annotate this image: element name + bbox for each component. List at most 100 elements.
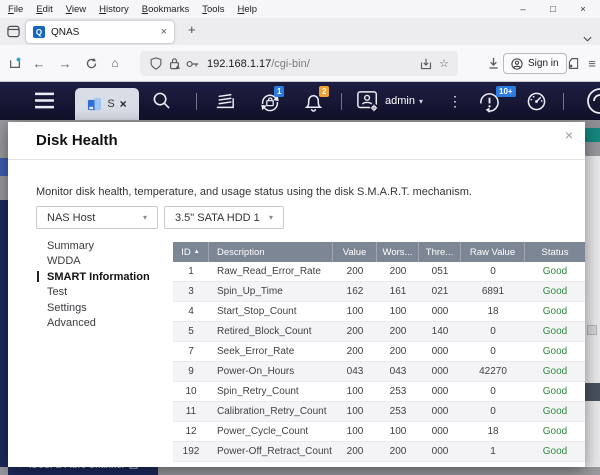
cell: 051 xyxy=(419,266,461,277)
sidebar-item-settings[interactable]: Settings xyxy=(35,300,167,316)
cell: Retired_Block_Count xyxy=(209,326,333,337)
resource-monitor-icon[interactable] xyxy=(526,92,547,111)
table-row[interactable]: 12Power_Cycle_Count10010000018Good xyxy=(173,422,585,442)
app-tab-close-icon[interactable]: × xyxy=(120,97,127,111)
events-badge: 10+ xyxy=(496,86,516,97)
search-icon[interactable] xyxy=(152,91,171,110)
key-permission-icon[interactable] xyxy=(186,59,199,69)
cell: 192 xyxy=(173,446,209,457)
table-row[interactable]: 3Spin_Up_Time1621610216891Good xyxy=(173,282,585,302)
host-select[interactable]: NAS Host ▾ xyxy=(36,206,158,229)
table-row[interactable]: 4Start_Stop_Count10010000018Good xyxy=(173,302,585,322)
cell: 200 xyxy=(333,346,377,357)
sidebar-item-wdda[interactable]: WDDA xyxy=(35,254,167,270)
smart-table: ID▲DescriptionValueWors...Thre...Raw Val… xyxy=(173,242,585,462)
admin-label: admin xyxy=(385,95,415,107)
back-button[interactable]: ← xyxy=(28,45,50,81)
disk-select[interactable]: 3.5" SATA HDD 1 ▾ xyxy=(164,206,284,229)
caret-down-icon: ▾ xyxy=(143,213,147,222)
firefox-view-icon[interactable] xyxy=(7,25,20,43)
dialog-close-button[interactable]: × xyxy=(565,127,573,143)
sign-in-button[interactable]: Sign in xyxy=(503,53,567,74)
cell: 000 xyxy=(419,386,461,397)
column-header-value[interactable]: Value xyxy=(333,242,377,262)
background-tasks-icon[interactable] xyxy=(214,91,236,111)
table-row[interactable]: 192Power-Off_Retract_Count2002000001Good xyxy=(173,442,585,462)
disk-select-value: 3.5" SATA HDD 1 xyxy=(175,212,260,224)
forward-button[interactable]: → xyxy=(54,45,76,81)
menu-item-tools[interactable]: Tools xyxy=(202,4,224,15)
tab-close-icon[interactable]: × xyxy=(161,26,167,38)
cell: 200 xyxy=(333,326,377,337)
downloads-icon[interactable] xyxy=(482,45,504,81)
partial-circle-icon[interactable] xyxy=(584,87,600,115)
more-options-icon[interactable]: ⋮ xyxy=(448,82,462,120)
cell: Seek_Error_Rate xyxy=(209,346,333,357)
home-button[interactable]: ⌂ xyxy=(104,45,126,81)
url-text[interactable]: 192.168.1.17/cgi-bin/ xyxy=(207,58,310,70)
main-menu-icon[interactable] xyxy=(34,92,55,109)
cell: 7 xyxy=(173,346,209,357)
browser-tab-qnas[interactable]: Q QNAS × xyxy=(26,21,174,43)
sidebar-item-advanced[interactable]: Advanced xyxy=(35,316,167,332)
lock-warning-icon[interactable] xyxy=(169,57,180,70)
iscsi-window-tab[interactable]: iSCSI & Fibre Channel xyxy=(8,467,158,475)
cell: 200 xyxy=(333,446,377,457)
chevron-icon xyxy=(16,467,24,469)
user-profile-icon[interactable] xyxy=(356,90,380,113)
new-tab-button[interactable]: + xyxy=(188,22,196,37)
column-header-status[interactable]: Status xyxy=(525,242,585,262)
table-header: ID▲DescriptionValueWors...Thre...Raw Val… xyxy=(173,242,585,262)
sidebar-item-test[interactable]: Test xyxy=(35,285,167,301)
user-menu-button[interactable]: admin ▾ xyxy=(385,82,423,120)
tracking-shield-icon[interactable] xyxy=(150,57,162,70)
menu-item-history[interactable]: History xyxy=(99,4,129,15)
menu-item-edit[interactable]: Edit xyxy=(36,4,52,15)
table-row[interactable]: 10Spin_Retry_Count1002530000Good xyxy=(173,382,585,402)
extensions-icon[interactable] xyxy=(563,45,583,81)
cell: 000 xyxy=(419,366,461,377)
column-header-id[interactable]: ID▲ xyxy=(173,242,209,262)
tasks-badge: 1 xyxy=(274,86,284,97)
menu-item-help[interactable]: Help xyxy=(237,4,257,15)
column-header-wors[interactable]: Wors... xyxy=(377,242,419,262)
table-row[interactable]: 11Calibration_Retry_Count1002530000Good xyxy=(173,402,585,422)
column-header-raw-value[interactable]: Raw Value xyxy=(461,242,525,262)
cell: 3 xyxy=(173,286,209,297)
table-row[interactable]: 9Power-On_Hours04304300042270Good xyxy=(173,362,585,382)
status-cell: Good xyxy=(525,446,585,457)
browser-logo-icon[interactable] xyxy=(5,45,25,81)
column-header-thre[interactable]: Thre... xyxy=(419,242,461,262)
url-host: 192.168.1.17 xyxy=(207,58,271,70)
dialog-title: Disk Health xyxy=(36,122,118,160)
cell: Spin_Up_Time xyxy=(209,286,333,297)
dialog-description: Monitor disk health, temperature, and us… xyxy=(36,186,472,198)
sidebar-item-summary[interactable]: Summary xyxy=(35,238,167,254)
menu-item-view[interactable]: View xyxy=(66,4,86,15)
save-page-icon[interactable] xyxy=(420,58,432,70)
menu-item-bookmarks[interactable]: Bookmarks xyxy=(142,4,190,15)
cell: 10 xyxy=(173,386,209,397)
window-icon xyxy=(129,467,138,469)
menu-item-file[interactable]: File xyxy=(8,4,23,15)
reload-button[interactable] xyxy=(80,45,102,81)
close-window-button[interactable]: × xyxy=(568,4,598,15)
table-row[interactable]: 5Retired_Block_Count2002001400Good xyxy=(173,322,585,342)
app-tab-storage[interactable]: S × xyxy=(75,88,139,120)
account-icon xyxy=(511,58,523,70)
maximize-button[interactable]: □ xyxy=(538,4,568,15)
table-row[interactable]: 7Seek_Error_Rate2002000000Good xyxy=(173,342,585,362)
cell: 043 xyxy=(377,366,419,377)
table-row[interactable]: 1Raw_Read_Error_Rate2002000510Good xyxy=(173,262,585,282)
cell: Calibration_Retry_Count xyxy=(209,406,333,417)
sidebar-item-smart-information[interactable]: SMART Information xyxy=(35,269,167,285)
storage-app-icon xyxy=(87,97,102,112)
menu-icon[interactable]: ≡ xyxy=(584,45,600,81)
column-header-description[interactable]: Description xyxy=(209,242,333,262)
browser-menubar: FileEditViewHistoryBookmarksToolsHelp – … xyxy=(0,0,600,18)
bookmark-star-icon[interactable]: ☆ xyxy=(439,57,449,70)
minimize-button[interactable]: – xyxy=(508,4,538,15)
cell: 100 xyxy=(377,426,419,437)
url-bar[interactable]: 192.168.1.17/cgi-bin/ ☆ xyxy=(140,51,458,76)
cell: 253 xyxy=(377,406,419,417)
